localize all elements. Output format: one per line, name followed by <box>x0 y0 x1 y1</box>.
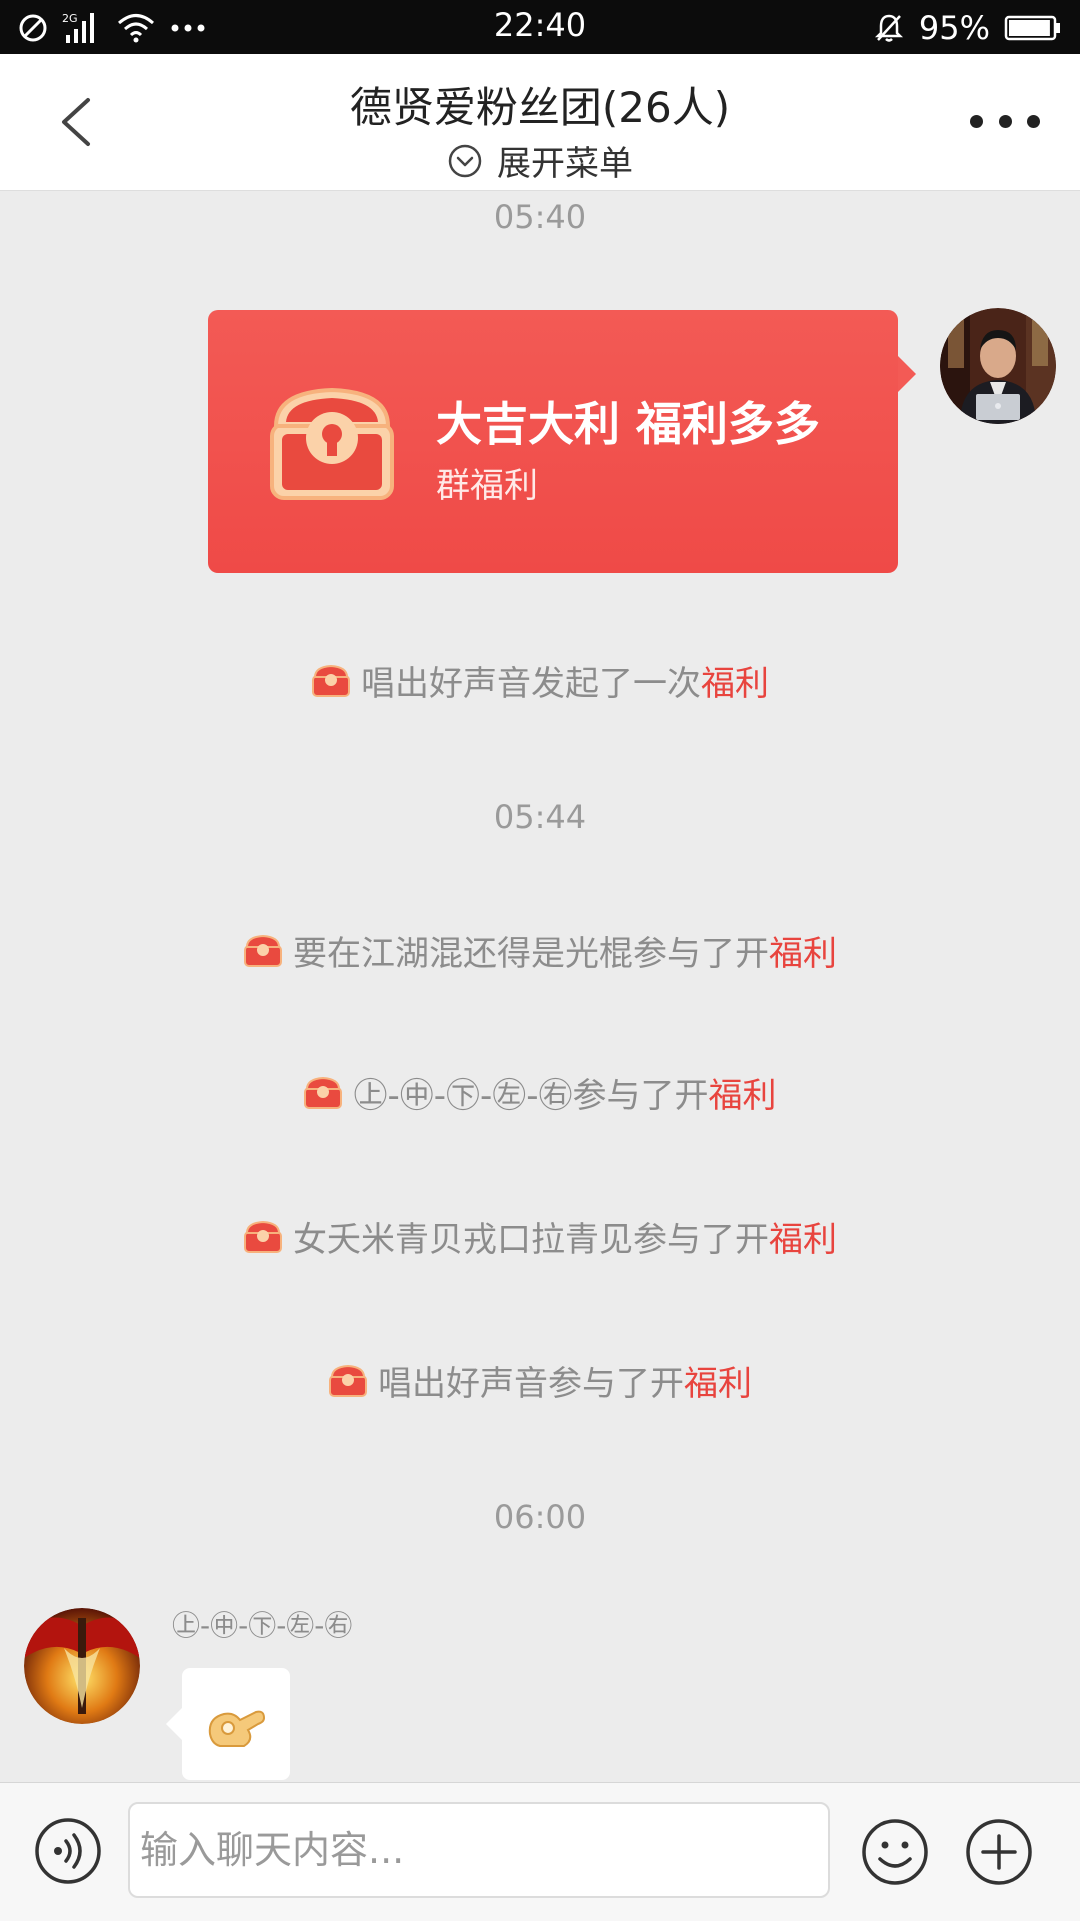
system-message: 要在江湖混还得是光棍参与了开 福利 <box>0 926 1080 975</box>
my-avatar[interactable] <box>940 308 1056 424</box>
welfare-link[interactable]: 福利 <box>769 1212 837 1261</box>
timestamp: 06:00 <box>493 1498 587 1536</box>
dot-icon <box>998 114 1012 128</box>
battery-percent: 95% <box>918 9 990 47</box>
dot-icon <box>1027 114 1040 128</box>
welfare-link[interactable]: 福利 <box>684 1356 752 1405</box>
timestamp: 05:44 <box>493 798 587 836</box>
battery-icon <box>1004 15 1060 41</box>
system-message-text: 要在江湖混还得是光棍参与了开 <box>293 934 769 974</box>
treasure-chest-icon <box>329 1364 367 1397</box>
treasure-chest-icon <box>304 1076 343 1109</box>
welfare-red-envelope-card[interactable]: 大吉大利 福利多多 群福利 <box>208 310 916 573</box>
emoji-button[interactable] <box>860 1817 930 1887</box>
expand-menu-button[interactable]: 展开菜单 <box>0 136 1080 185</box>
message-bubble[interactable] <box>166 1668 290 1780</box>
welfare-link[interactable]: 福利 <box>769 926 837 975</box>
sender-name: ㊤-㊥-㊦-㊧-㊨ <box>172 1609 353 1642</box>
group-title: 德贤爱粉丝团(26人) <box>349 83 731 132</box>
treasure-chest-icon <box>244 934 282 967</box>
sender-avatar[interactable] <box>24 1608 140 1724</box>
status-bar: 2G 22:40 95% <box>0 0 1080 54</box>
system-message-text: 唱出好声音参与了开 <box>378 1364 684 1404</box>
chevron-down-circle-icon <box>448 144 482 177</box>
treasure-chest-icon <box>244 1220 282 1253</box>
system-message: 唱出好声音发起了一次 福利 <box>0 656 1080 705</box>
bubble-pointer <box>166 1708 182 1740</box>
system-message: ㊤-㊥-㊦-㊧-㊨参与了开 福利 <box>0 1068 1080 1117</box>
welfare-link[interactable]: 福利 <box>709 1068 777 1117</box>
system-message: 女夭米青贝戎口拉青见参与了开 福利 <box>0 1212 1080 1261</box>
add-attachment-button[interactable] <box>964 1817 1034 1887</box>
system-message-text: ㊤-㊥-㊦-㊧-㊨参与了开 <box>353 1076 709 1116</box>
input-bar <box>0 1782 1080 1921</box>
bubble-pointer <box>898 356 916 392</box>
welfare-title: 大吉大利 福利多多 <box>436 397 821 451</box>
treasure-chest-icon <box>312 664 350 697</box>
dot-icon <box>970 114 983 128</box>
chat-header: 德贤爱粉丝团(26人) 展开菜单 <box>0 54 1080 191</box>
muted-bell-icon <box>874 14 903 42</box>
welfare-subtitle: 群福利 <box>436 466 538 506</box>
system-message: 唱出好声音参与了开 福利 <box>0 1356 1080 1405</box>
welfare-link[interactable]: 福利 <box>701 656 769 705</box>
expand-menu-label: 展开菜单 <box>497 144 633 184</box>
ok-hand-emoji <box>208 1710 266 1747</box>
more-options-button[interactable] <box>970 106 1040 136</box>
timestamp: 05:40 <box>493 198 587 236</box>
chat-input[interactable] <box>128 1802 830 1898</box>
system-message-text: 唱出好声音发起了一次 <box>361 664 701 704</box>
voice-input-button[interactable] <box>34 1817 102 1885</box>
treasure-chest-icon <box>270 387 394 500</box>
status-right-icons: 95% <box>873 8 1062 48</box>
system-message-text: 女夭米青贝戎口拉青见参与了开 <box>293 1220 769 1260</box>
